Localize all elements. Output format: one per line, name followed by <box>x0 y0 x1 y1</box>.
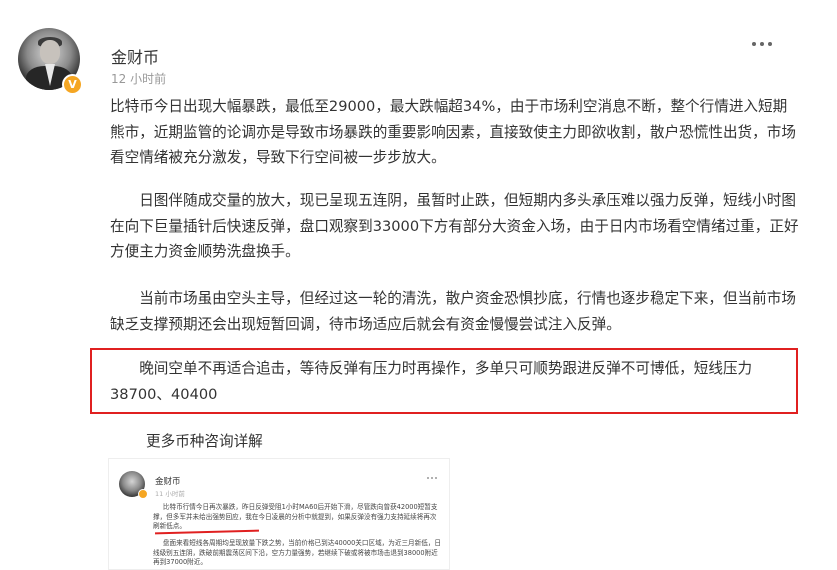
post-paragraph-2: 日图伴随成交量的放大，现已呈现五连阴，虽暂时止跌，但短期内多头承压难以强力反弹，… <box>110 192 799 260</box>
post-paragraph-1: 比特币今日出现大幅暴跌，最低至29000，最大跌幅超34%，由于市场利空消息不断… <box>110 98 796 166</box>
thumbnail-paragraph-1: 比特币行情今日再次暴跌，昨日反弹受阻1小时MA60后开始下滑，尽管跌向曾获420… <box>153 503 438 530</box>
thumbnail-paragraph-2: 盘面来看短线各周期均呈现放量下跌之势，当前价格已到达40000关口区域，为近三月… <box>153 539 442 566</box>
thumbnail-more-icon <box>427 477 437 479</box>
thumbnail-verified-icon <box>138 489 148 499</box>
more-options-icon[interactable] <box>748 36 776 52</box>
thumbnail-time: 11 小时前 <box>155 490 185 498</box>
post-paragraph-3: 当前市场虽由空头主导，但经过这一轮的清洗，散户资金恐惧抄底，行情也逐步稳定下来，… <box>110 290 796 333</box>
post-time: 12 小时前 <box>111 72 167 86</box>
highlight-annotation-box <box>90 348 798 414</box>
more-coins-link[interactable]: 更多币种咨询详解 <box>146 430 263 451</box>
verified-badge-icon: V <box>62 74 83 95</box>
username[interactable]: 金财币 <box>111 44 159 68</box>
post-image-thumbnail[interactable]: 金财币 11 小时前 比特币行情今日再次暴跌，昨日反弹受阻1小时MA60后开始下… <box>108 458 450 570</box>
thumbnail-username: 金财币 <box>155 477 181 487</box>
